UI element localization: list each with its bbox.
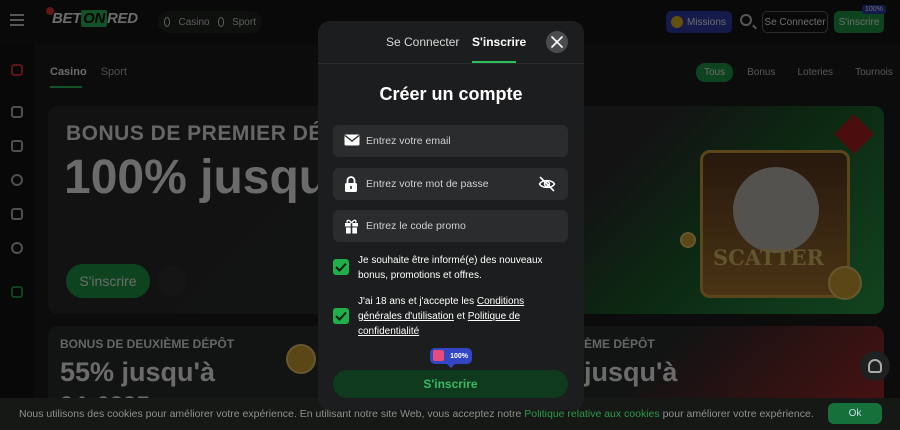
zeus-scatter-image: SCATTER [700, 150, 850, 298]
checkmark-icon [335, 311, 347, 321]
checkmark-icon [335, 262, 347, 272]
sidebar-football-icon[interactable] [11, 174, 23, 186]
password-input[interactable] [366, 168, 531, 200]
tab-underline [50, 86, 82, 88]
banner3-label: ÈME DÉPÔT [584, 337, 655, 351]
filter-tournaments[interactable]: Tournois [847, 63, 900, 82]
tab-sport[interactable]: Sport [101, 66, 127, 78]
sidebar-globe-icon[interactable] [11, 242, 23, 254]
envelope-icon [344, 134, 360, 146]
sidebar-promo-icon[interactable] [11, 64, 23, 76]
banner1-info-button[interactable] [157, 266, 187, 296]
banner3-headline: jusqu'à [584, 357, 678, 387]
missions-icon [671, 16, 683, 28]
lock-icon [345, 176, 357, 192]
sidebar [0, 44, 34, 430]
nav-casino[interactable]: Casino [178, 17, 209, 28]
banner1-signup-button[interactable]: S'inscrire [66, 264, 150, 298]
filter-bonus[interactable]: Bonus [739, 63, 783, 82]
missions-label: Missions [687, 16, 726, 28]
top-nav: Casino Sport [158, 11, 262, 33]
signup-submit-button[interactable]: S'inscrire [333, 370, 568, 398]
banner1-headline: 100% jusqu' [64, 151, 340, 204]
support-icon [868, 359, 882, 373]
promo-code-input[interactable] [366, 210, 531, 242]
nav-sport[interactable]: Sport [232, 17, 256, 28]
email-input[interactable] [366, 125, 531, 157]
tab-signup[interactable]: S'inscrire [472, 35, 526, 49]
submit-promo-badge: 100% [430, 348, 472, 368]
email-field [333, 125, 568, 157]
eye-off-icon[interactable] [538, 175, 556, 193]
modal-header: Se Connecter S'inscrire [318, 21, 584, 64]
signup-badge: 100% [862, 5, 886, 14]
signup-modal: Se Connecter S'inscrire Créer un compte [318, 21, 584, 410]
gold-coin [828, 266, 862, 300]
site-logo[interactable]: BET ON RED [46, 7, 138, 27]
terms-checkbox[interactable] [333, 308, 349, 324]
sidebar-support-icon[interactable] [11, 286, 23, 298]
sidebar-music-icon[interactable] [11, 106, 23, 118]
menu-icon[interactable] [10, 14, 24, 26]
active-tab-underline [472, 61, 516, 63]
close-button[interactable] [546, 31, 568, 53]
filter-chips: Tous Bonus Loteries Tournois [696, 63, 900, 82]
header-login-button[interactable]: Se Connecter [762, 11, 828, 33]
modal-title: Créer un compte [379, 84, 523, 104]
casino-icon [164, 17, 171, 27]
content-tabs: Casino Sport [50, 66, 127, 78]
gift-badge-icon [433, 350, 444, 361]
cookie-text-after: pour améliorer votre expérience. [659, 408, 814, 420]
terms-middle: et [453, 311, 468, 322]
scatter-text: SCATTER [713, 245, 824, 270]
header-signup-button[interactable]: S'inscrire [834, 11, 884, 33]
close-icon [551, 36, 563, 48]
banner2-label: BONUS DE DEUXIÈME DÉPÔT [60, 337, 235, 351]
missions-button[interactable]: Missions [666, 11, 732, 33]
newsletter-checkbox[interactable] [333, 259, 349, 275]
terms-prefix: J'ai 18 ans et j'accepte les [358, 296, 477, 307]
search-icon[interactable] [740, 14, 752, 26]
sidebar-live-icon[interactable] [11, 140, 23, 152]
terms-consent-text: J'ai 18 ans et j'accepte les Conditions … [358, 294, 563, 339]
submit-badge-text: 100% [450, 352, 468, 360]
gift-icon [345, 219, 358, 234]
gold-coin [680, 232, 696, 248]
sidebar-gamepad-icon[interactable] [11, 208, 23, 220]
filter-all[interactable]: Tous [696, 63, 734, 82]
gold-coin [286, 344, 316, 374]
tab-login[interactable]: Se Connecter [386, 35, 459, 49]
newsletter-consent-text: Je souhaite être informé(e) des nouveaux… [358, 255, 543, 281]
password-field [333, 168, 568, 200]
page: BET ON RED Casino Sport Missions Se Connec… [0, 0, 900, 430]
filter-lotteries[interactable]: Loteries [789, 63, 841, 82]
tab-casino[interactable]: Casino [50, 66, 87, 78]
sport-icon [217, 17, 225, 27]
promo-field [333, 210, 568, 242]
zeus-face [733, 167, 819, 253]
banner2-headline: 55% jusqu'à [60, 357, 215, 387]
cookie-ok-button[interactable]: Ok [828, 403, 882, 424]
